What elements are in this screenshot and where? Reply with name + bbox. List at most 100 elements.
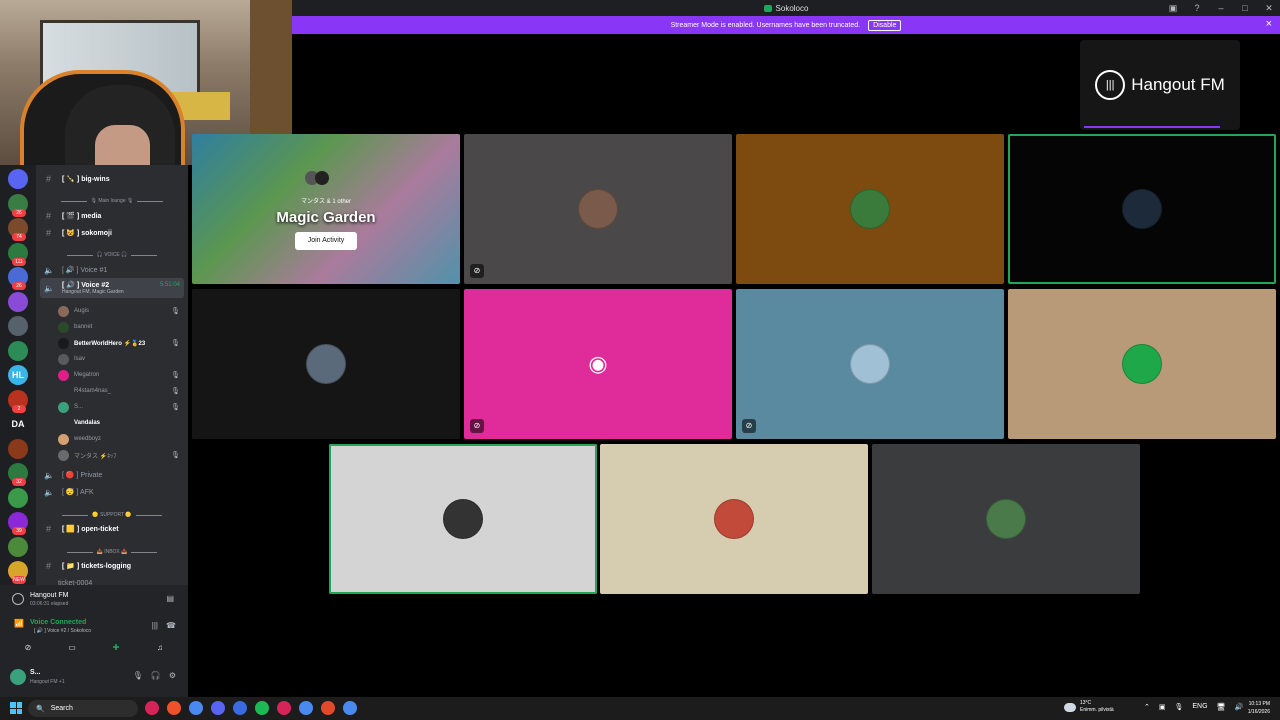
taskbar-search[interactable]: 🔍 Search xyxy=(28,700,138,717)
maximize-button[interactable]: □ xyxy=(1240,3,1250,13)
voice-member[interactable]: Vandalas xyxy=(36,415,188,431)
voice-connected-channel[interactable]: [ 🔊 ] Voice #2 / Sokoloco xyxy=(34,628,91,634)
channel-afk[interactable]: 🔈 [ 😴 ] AFK xyxy=(36,484,188,500)
voice-member[interactable]: Isav xyxy=(36,351,188,367)
microphone-icon[interactable]: 🎙 xyxy=(133,671,143,680)
weather-desc: Enimm. pilvistä xyxy=(1080,707,1114,713)
user-avatar[interactable] xyxy=(10,669,26,685)
taskbar-app-icon[interactable] xyxy=(233,701,247,715)
clock-time: 10:13 PM xyxy=(1248,701,1270,707)
join-activity-button[interactable]: Join Activity xyxy=(295,232,357,250)
channel-ticket-0004[interactable]: ticket-0004 xyxy=(36,575,188,586)
server-icon[interactable] xyxy=(8,438,28,459)
activity-title: Hangout FM xyxy=(30,592,69,599)
voice-member[interactable]: weedboyz xyxy=(36,431,188,447)
voice-member[interactable]: Augis 🎙 xyxy=(36,303,188,319)
taskbar-app-icon[interactable] xyxy=(167,701,181,715)
channel-sokomoji[interactable]: # [ 😺 ] sokomoji xyxy=(36,225,188,241)
participant-tile[interactable] xyxy=(192,289,460,439)
activity-tile[interactable]: マンタス & 1 other Magic Garden Join Activit… xyxy=(192,134,460,284)
chevron-up-icon[interactable]: ⌃ xyxy=(1144,703,1150,711)
server-icon[interactable] xyxy=(8,169,28,189)
taskbar-app-icon[interactable] xyxy=(299,701,313,715)
channel-big-wins[interactable]: # [ 🍾 ] big-wins xyxy=(36,171,188,187)
taskbar-app-icon[interactable] xyxy=(277,701,291,715)
voice-member[interactable]: マンタス ⚡ﾈｯﾌ 🎙 xyxy=(36,447,188,463)
tray-mic-icon[interactable]: 🎙 xyxy=(1175,703,1184,711)
participant-tile[interactable] xyxy=(600,444,868,594)
camera-off-icon[interactable]: ⊘ xyxy=(8,643,48,657)
hangout-fm-label: Hangout FM xyxy=(1131,75,1225,94)
server-icon[interactable] xyxy=(8,340,28,361)
taskbar-app-icon[interactable] xyxy=(321,701,335,715)
tray-app-icon[interactable]: ▣ xyxy=(1159,703,1166,711)
channel-name: [ 🟨 ] open-ticket xyxy=(62,526,119,533)
hangout-fm-panel[interactable]: ||| Hangout FM xyxy=(1080,40,1240,130)
clock[interactable]: 10:13 PM 1/16/2026 xyxy=(1248,700,1270,716)
taskbar-app-icon[interactable] xyxy=(211,701,225,715)
disconnect-icon[interactable]: ☎ xyxy=(166,621,176,630)
server-icon[interactable] xyxy=(8,487,28,508)
language-indicator[interactable]: ENG xyxy=(1192,703,1207,711)
participant-tile[interactable]: ◉ ⊘ xyxy=(464,289,732,439)
windows-start-icon[interactable] xyxy=(10,702,22,714)
participant-tile[interactable]: ⊘ xyxy=(464,134,732,284)
participant-tile[interactable] xyxy=(1008,134,1276,284)
activity-settings-icon[interactable]: ▤ xyxy=(166,594,174,603)
member-name: Augis xyxy=(74,308,90,314)
participant-tile[interactable] xyxy=(329,444,597,594)
hangout-fm-logo-icon: ||| xyxy=(1095,70,1126,100)
soundboard-icon[interactable]: ♫ xyxy=(140,643,180,657)
banner-close-icon[interactable]: × xyxy=(1266,18,1272,30)
taskbar-app-icon[interactable] xyxy=(343,701,357,715)
weather-widget[interactable]: 13°C Enimm. pilvistä xyxy=(1064,700,1114,714)
participant-tile[interactable] xyxy=(872,444,1140,594)
window-controls: ▣ ? – □ ✕ xyxy=(1168,0,1274,16)
help-icon[interactable]: ? xyxy=(1192,3,1202,13)
activities-icon[interactable]: ✚ xyxy=(96,643,136,657)
participant-avatar xyxy=(850,189,890,229)
voice-member[interactable]: R4stam4nas_ 🎙 xyxy=(36,383,188,399)
voice-member[interactable]: S... 🎙 xyxy=(36,399,188,415)
server-icon[interactable] xyxy=(8,536,28,557)
taskbar-app-icon[interactable] xyxy=(189,701,203,715)
minimize-button[interactable]: – xyxy=(1216,3,1226,13)
channel-private[interactable]: 🔈 [ 🔴 ] Private xyxy=(36,467,188,483)
voice-member[interactable]: Megatron 🎙 xyxy=(36,367,188,383)
voice-member[interactable]: bannet xyxy=(36,319,188,335)
category-voice[interactable]: 🎧 VOICE 🎧 xyxy=(36,247,188,263)
volume-icon[interactable]: 🔊 xyxy=(1234,703,1243,711)
headphones-icon[interactable]: 🎧 xyxy=(151,671,161,680)
taskbar-app-icon[interactable] xyxy=(145,701,159,715)
member-name: Vandalas xyxy=(74,420,101,426)
channel-voice-1[interactable]: 🔈 [ 🔊 ] Voice #1 xyxy=(36,262,188,278)
participant-avatar xyxy=(850,344,890,384)
participant-tile[interactable] xyxy=(736,134,1004,284)
speaker-icon: 🔈 xyxy=(44,487,54,497)
weather-temp: 13°C xyxy=(1080,700,1092,706)
category-main-lounge[interactable]: 🎙 Main lounge 🎙 xyxy=(36,193,188,209)
server-icon[interactable] xyxy=(8,291,28,312)
channel-open-ticket[interactable]: # [ 🟨 ] open-ticket xyxy=(36,521,188,537)
network-icon[interactable]: 🖥 xyxy=(1217,703,1226,711)
webcam-face xyxy=(95,125,150,165)
settings-gear-icon[interactable]: ⚙ xyxy=(169,671,176,680)
close-window-button[interactable]: ✕ xyxy=(1264,3,1274,14)
member-name: bannet xyxy=(74,324,93,330)
channel-tickets-logging[interactable]: # [ 📁 ] tickets-logging xyxy=(36,558,188,574)
voice-member[interactable]: BetterWorldHero ⚡🏅23 🎙 xyxy=(36,335,188,351)
channel-media[interactable]: # [ 🎬 ] media xyxy=(36,208,188,224)
participant-tile[interactable]: ⊘ xyxy=(736,289,1004,439)
hash-icon: # xyxy=(46,228,52,238)
user-name[interactable]: S... xyxy=(30,669,41,676)
taskbar-app-icon[interactable] xyxy=(255,701,269,715)
participant-tile[interactable] xyxy=(1008,289,1276,439)
pinned-apps xyxy=(145,701,357,715)
noise-suppression-icon[interactable]: ||| xyxy=(152,621,158,630)
disable-streamer-button[interactable]: Disable xyxy=(868,19,902,31)
voice-connected-label[interactable]: Voice Connected xyxy=(30,619,86,626)
share-screen-icon[interactable]: ▭ xyxy=(52,643,92,657)
channel-voice-2[interactable]: 🔈 [ 🔊 ] Voice #2 Hangout FM, Magic Garde… xyxy=(40,278,184,298)
server-icon[interactable] xyxy=(8,316,28,336)
inbox-icon[interactable]: ▣ xyxy=(1168,3,1178,14)
